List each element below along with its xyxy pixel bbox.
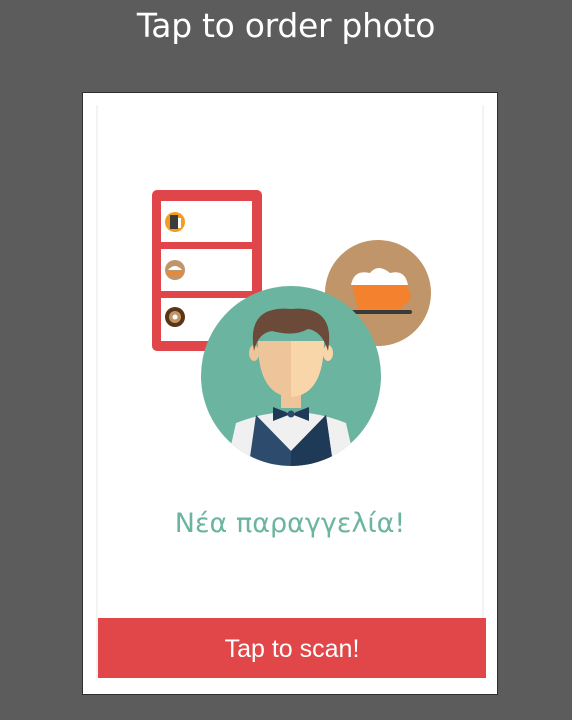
drink-icon — [165, 212, 185, 232]
phone-frame: Νέα παραγγελία! Tap to scan! — [82, 92, 498, 695]
waiter-avatar — [201, 286, 381, 466]
page-title: Tap to order photo — [136, 6, 436, 45]
phone-screen: Νέα παραγγελία! Tap to scan! — [96, 105, 486, 679]
order-message: Νέα παραγγελία! — [174, 508, 406, 539]
waiter-illustration — [152, 190, 431, 466]
scan-button[interactable]: Tap to scan! — [98, 618, 486, 678]
order-card[interactable]: Νέα παραγγελία! Tap to scan! — [98, 105, 486, 679]
cake-icon — [165, 260, 185, 280]
donut-icon — [165, 307, 185, 327]
